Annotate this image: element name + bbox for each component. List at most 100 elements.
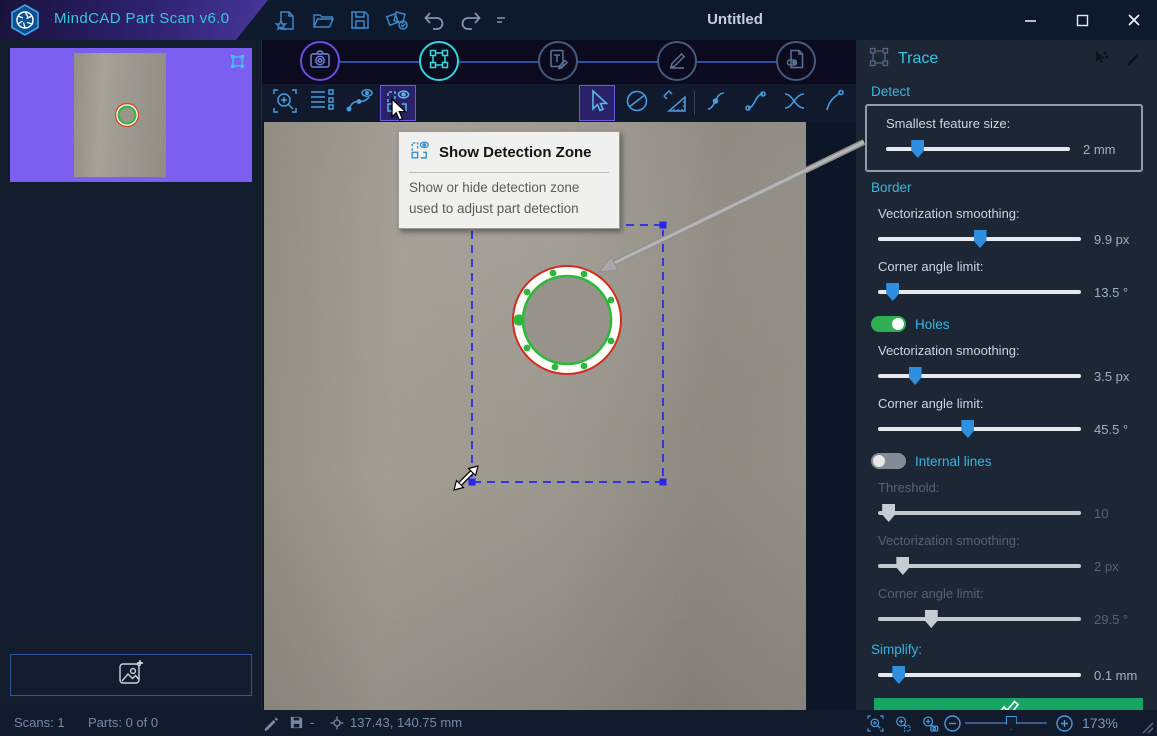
tools-separator [694, 91, 695, 115]
tooltip-description-line1: Show or hide detection zone [409, 178, 609, 199]
holes-smoothing-slider[interactable] [878, 374, 1081, 378]
trace-panel-header: Trace [868, 46, 1143, 72]
border-smoothing-value: 9.9 px [1081, 232, 1143, 247]
curve-midnode-tool[interactable] [700, 86, 734, 120]
undo-button[interactable] [420, 6, 448, 34]
holes-corner-label: Corner angle limit: [878, 396, 1143, 411]
document-title: Untitled [655, 11, 815, 28]
holes-corner-slider[interactable] [878, 427, 1081, 431]
holes-smoothing-slider-row: 3.5 px [878, 367, 1143, 385]
workflow-step-annotate[interactable] [538, 41, 578, 81]
calibration-button[interactable] [383, 6, 411, 34]
internal-lines-toggle[interactable] [871, 453, 906, 469]
new-scan-button[interactable] [272, 6, 300, 34]
list-icon [308, 87, 336, 120]
il-corner-slider-row: 29.5 ° [878, 610, 1143, 628]
pointer-icon [584, 88, 610, 119]
simplify-slider[interactable] [878, 673, 1081, 677]
smallest-feature-slider-row: 2 mm [886, 140, 1132, 158]
autosave-icon[interactable] [288, 714, 305, 736]
curve-eye-icon [346, 87, 374, 120]
curve-endnodes-icon [743, 88, 769, 119]
workflow-bar [262, 40, 856, 84]
edit-mode-icon[interactable] [262, 714, 280, 736]
il-corner-value: 29.5 ° [1081, 612, 1143, 627]
scan-thumbnail[interactable] [10, 48, 252, 182]
panel-pointer-icon[interactable] [1093, 50, 1109, 71]
smallest-feature-callout: Smallest feature size: 2 mm [865, 104, 1143, 172]
text-document-icon [546, 47, 570, 76]
il-smoothing-label: Vectorization smoothing: [878, 533, 1143, 548]
panel-edit-icon[interactable] [1125, 50, 1141, 71]
zoom-in-button[interactable] [1056, 715, 1073, 736]
add-image-icon [116, 658, 146, 693]
smallest-feature-slider[interactable] [886, 147, 1070, 151]
close-button[interactable] [1121, 7, 1147, 33]
border-corner-label: Corner angle limit: [878, 259, 1143, 274]
simplify-value: 0.1 mm [1081, 668, 1143, 683]
statusbar: Scans: 1 Parts: 0 of 0 - 137.43, 140.75 … [0, 710, 1157, 736]
border-smoothing-slider[interactable] [878, 237, 1081, 241]
pencil-icon [665, 47, 689, 76]
trace-panel: Trace Detect Smallest feature size: 2 mm… [856, 40, 1157, 710]
holes-corner-slider-row: 45.5 ° [878, 420, 1143, 438]
il-smoothing-value: 2 px [1081, 559, 1143, 574]
show-curves-tool[interactable] [343, 86, 377, 120]
app-title: MindCAD Part Scan v6.0 [54, 10, 230, 27]
workflow-step-trace[interactable] [419, 41, 459, 81]
measure-tool[interactable] [658, 86, 692, 120]
holes-toggle[interactable] [871, 316, 906, 332]
workflow-step-export[interactable] [776, 41, 816, 81]
titlebar: MindCAD Part Scan v6.0 [0, 0, 1157, 40]
magnifier-brackets-icon [271, 87, 299, 120]
app-logo-icon [8, 3, 42, 37]
smallest-feature-label: Smallest feature size: [886, 116, 1132, 131]
curves-crossing-icon [781, 88, 809, 119]
exclude-tool[interactable] [620, 86, 654, 120]
save-button[interactable] [346, 6, 374, 34]
internal-lines-label: Internal lines [915, 454, 992, 469]
select-tool[interactable] [580, 86, 614, 120]
zoom-region-tool[interactable] [268, 86, 302, 120]
curve-open-tool[interactable] [817, 86, 851, 120]
add-scan-button[interactable] [10, 654, 252, 696]
internal-lines-group: Threshold: 10 Vectorization smoothing: 2… [868, 480, 1143, 628]
curves-crossing-tool[interactable] [778, 86, 812, 120]
holes-corner-value: 45.5 ° [1081, 422, 1143, 437]
il-smoothing-slider [878, 564, 1081, 568]
holes-smoothing-label: Vectorization smoothing: [878, 343, 1143, 358]
workflow-step-capture[interactable] [300, 41, 340, 81]
zoom-to-scan-icon[interactable] [920, 714, 939, 736]
parts-count: Parts: 0 of 0 [88, 715, 158, 730]
internal-lines-toggle-row: Internal lines [871, 453, 1143, 469]
open-button[interactable] [309, 6, 337, 34]
tooltip-title: Show Detection Zone [439, 144, 592, 161]
border-corner-slider[interactable] [878, 290, 1081, 294]
border-smoothing-slider-row: 9.9 px [878, 230, 1143, 248]
smallest-feature-value: 2 mm [1070, 142, 1132, 157]
zoom-slider[interactable] [965, 722, 1047, 724]
border-corner-slider-row: 13.5 ° [878, 283, 1143, 301]
zoom-out-button[interactable] [944, 715, 961, 736]
zoom-to-selection-icon[interactable] [893, 714, 912, 736]
scan-thumbnail-image [74, 53, 166, 177]
titlebar-toolbar [272, 0, 508, 40]
il-corner-label: Corner angle limit: [878, 586, 1143, 601]
redo-button[interactable] [457, 6, 485, 34]
tooltip: Show Detection Zone Show or hide detecti… [398, 131, 620, 229]
curve-endnodes-tool[interactable] [739, 86, 773, 120]
maximize-button[interactable] [1069, 7, 1095, 33]
autosave-status: - [310, 715, 314, 730]
toolbar-overflow-button[interactable] [494, 6, 508, 34]
zoom-level: 173% [1082, 715, 1118, 731]
il-corner-slider [878, 617, 1081, 621]
workflow-step-edit[interactable] [657, 41, 697, 81]
zoom-extents-icon[interactable] [866, 714, 885, 736]
camera-icon [308, 47, 332, 76]
show-detection-zone-tool[interactable] [381, 86, 415, 120]
minimize-button[interactable] [1017, 7, 1043, 33]
scan-list-tool[interactable] [305, 86, 339, 120]
trace-bbox-icon [868, 46, 890, 73]
resize-grip[interactable] [1138, 718, 1154, 736]
trace-panel-title: Trace [898, 50, 938, 68]
